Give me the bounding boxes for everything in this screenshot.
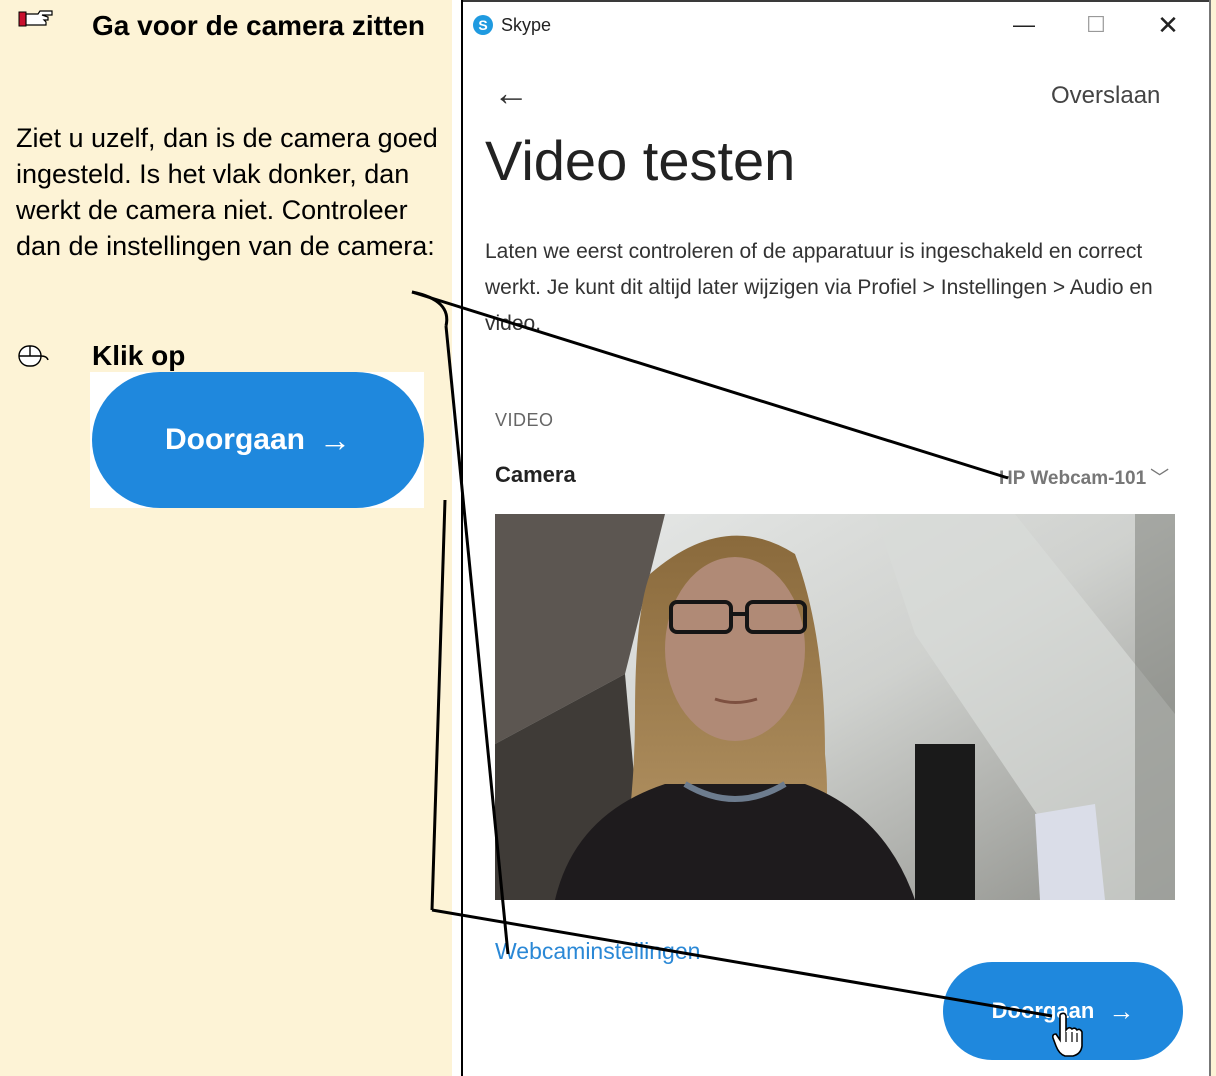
- arrow-right-icon: →: [1108, 995, 1135, 1026]
- section-label-video: VIDEO: [495, 410, 554, 430]
- camera-preview: [495, 514, 1175, 900]
- page-edge: [1209, 0, 1216, 1076]
- webcam-settings-link[interactable]: Webcaminstellingen: [495, 938, 700, 965]
- mouse-click-icon: [18, 345, 49, 367]
- continue-button-illustration: Doorgaan →: [90, 372, 424, 508]
- webcam-person-image: [495, 514, 1175, 900]
- back-arrow-icon[interactable]: ←: [493, 72, 529, 114]
- skype-logo-icon: S: [473, 15, 493, 35]
- hand-cursor-icon: [1052, 1012, 1083, 1057]
- close-button[interactable]: ✕: [1145, 8, 1191, 42]
- arrow-right-icon: →: [319, 421, 351, 458]
- chevron-down-icon: ﹀: [1150, 468, 1170, 489]
- pointing-hand-icon: [18, 10, 53, 27]
- maximize-button[interactable]: ☐: [1073, 8, 1119, 42]
- camera-label: Camera: [495, 462, 576, 487]
- instruction-text: Ziet u uzelf, dan is de camera goed inge…: [16, 123, 438, 261]
- click-instruction: Klik op: [92, 340, 186, 371]
- page-description: Laten we eerst controleren of de apparat…: [485, 240, 1153, 335]
- skype-window: S Skype — ☐ ✕ ← Overslaan Video testen L…: [463, 0, 1209, 1076]
- minimize-button[interactable]: —: [1001, 8, 1047, 42]
- step-title: Ga voor de camera zitten: [92, 10, 426, 41]
- illustration-pill: Doorgaan →: [92, 372, 424, 508]
- page-title: Video testen: [485, 129, 796, 192]
- window-title: Skype: [501, 15, 552, 35]
- title-bar: S Skype — ☐ ✕: [463, 2, 1209, 48]
- skip-link[interactable]: Overslaan: [1051, 82, 1160, 110]
- illustration-label: Doorgaan: [164, 423, 305, 456]
- instruction-panel: Ga voor de camera zitten Ziet u uzelf, d…: [0, 0, 452, 1076]
- camera-dropdown-value: HP Webcam-101: [999, 468, 1147, 489]
- camera-dropdown[interactable]: HP Webcam-101 ﹀: [999, 463, 1169, 490]
